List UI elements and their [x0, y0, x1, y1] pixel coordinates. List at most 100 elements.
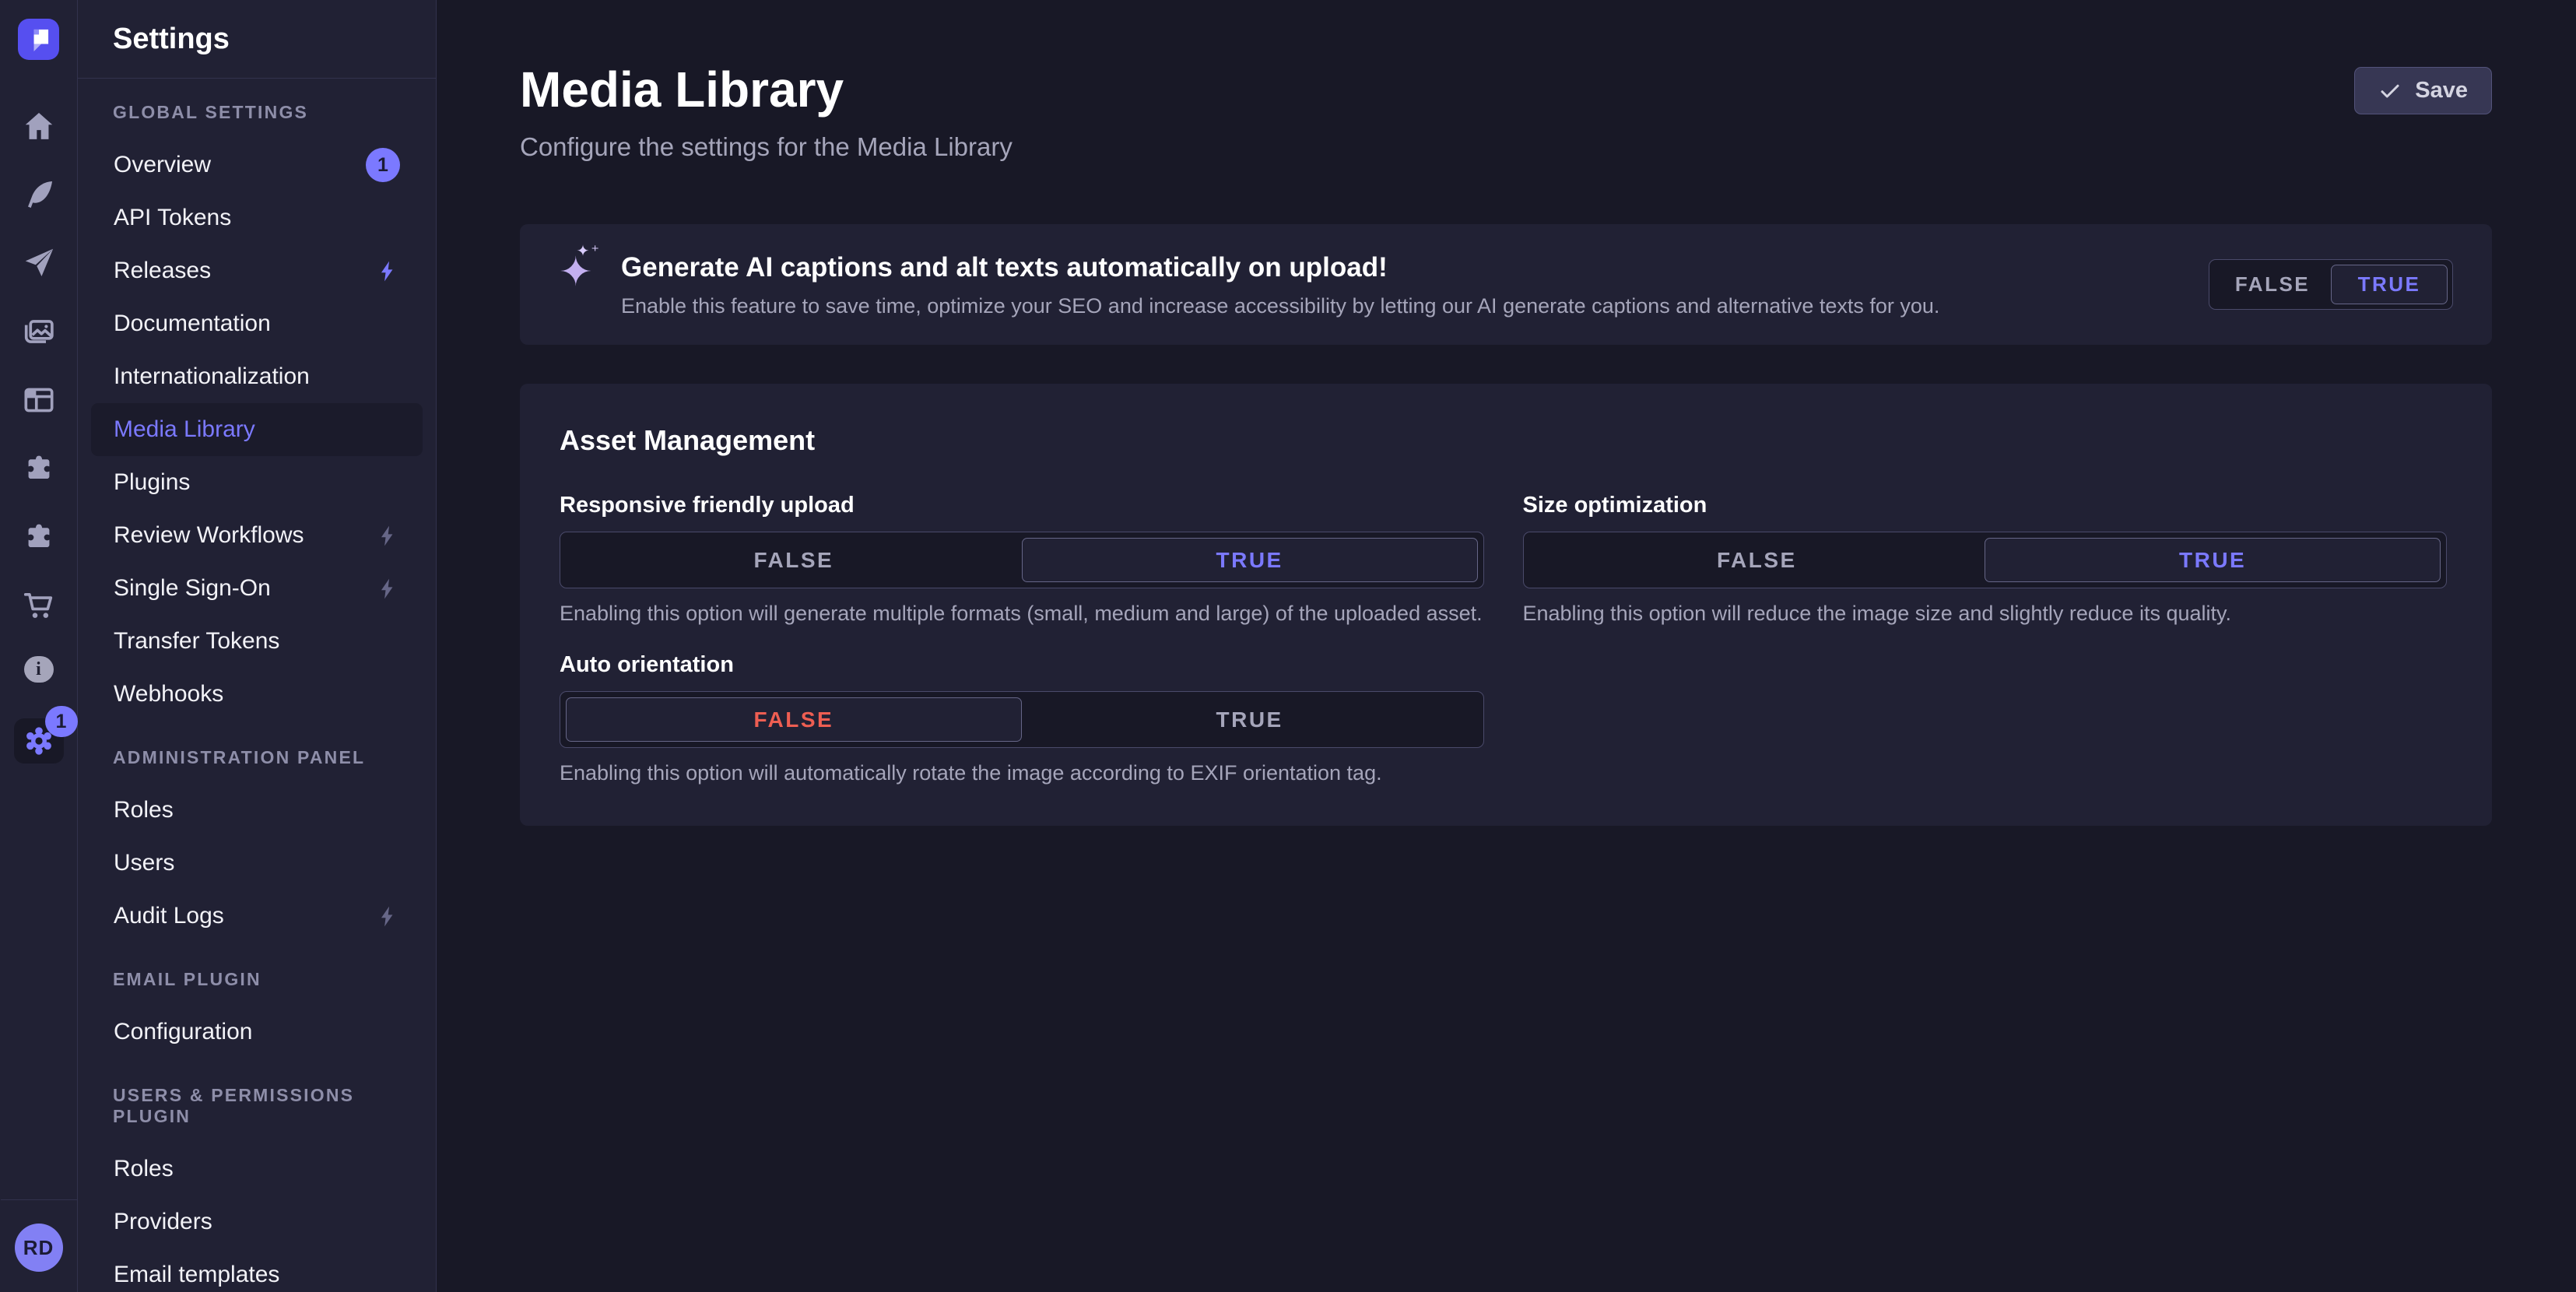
section-administration-panel: ADMINISTRATION PANEL Roles Users Audit L…: [78, 747, 436, 943]
banner-content: ✦ ✦⁺ Generate AI captions and alt texts …: [559, 251, 1939, 318]
card-title: Asset Management: [560, 424, 2447, 457]
sidebar-item-overview[interactable]: Overview 1: [91, 139, 423, 191]
sidebar-item-internationalization[interactable]: Internationalization: [91, 350, 423, 403]
responsive-friendly-upload-false[interactable]: FALSE: [566, 538, 1022, 582]
banner-description: Enable this feature to save time, optimi…: [621, 294, 1939, 318]
sidebar-item-roles-admin[interactable]: Roles: [91, 784, 423, 837]
sidebar-item-label: Users: [114, 850, 174, 876]
lightning-icon: [376, 524, 400, 548]
field-responsive-friendly-upload: Responsive friendly upload FALSE TRUE En…: [560, 493, 1484, 626]
icon-rail: i 1 RD: [0, 0, 78, 1292]
section-label: GLOBAL SETTINGS: [78, 102, 436, 123]
sidebar-item-label: Media Library: [114, 416, 255, 443]
page-header: Media Library Configure the settings for…: [520, 61, 2492, 162]
auto-orientation-true[interactable]: TRUE: [1022, 697, 1478, 742]
field-label: Size optimization: [1523, 493, 2448, 518]
fields-grid: Responsive friendly upload FALSE TRUE En…: [560, 493, 2447, 785]
sidebar-item-label: Plugins: [114, 469, 190, 496]
asset-management-card: Asset Management Responsive friendly upl…: [520, 384, 2492, 826]
strapi-logo-icon: [18, 19, 59, 60]
size-optimization-toggle: FALSE TRUE: [1523, 532, 2448, 588]
plugins-nav-button[interactable]: [21, 451, 57, 486]
sidebar-item-plugins[interactable]: Plugins: [91, 456, 423, 509]
feather-icon: [21, 177, 57, 212]
sidebar-item-review-workflows[interactable]: Review Workflows: [91, 509, 423, 562]
strapi-logo[interactable]: [18, 19, 59, 60]
content-manager-nav-button[interactable]: [21, 382, 57, 418]
sidebar-item-webhooks[interactable]: Webhooks: [91, 668, 423, 721]
lightning-icon: [376, 577, 400, 601]
sidebar-item-label: Transfer Tokens: [114, 628, 279, 655]
field-label: Auto orientation: [560, 652, 1484, 678]
size-optimization-true[interactable]: TRUE: [1985, 538, 2441, 582]
save-button-label: Save: [2415, 78, 2468, 104]
home-icon: [21, 108, 57, 144]
sidebar-item-api-tokens[interactable]: API Tokens: [91, 191, 423, 244]
settings-nav-wrap: 1: [14, 718, 64, 764]
sidebar-item-label: Documentation: [114, 311, 271, 337]
section-users-permissions-plugin: USERS & PERMISSIONS PLUGIN Roles Provide…: [78, 1085, 436, 1292]
marketplace-nav-button[interactable]: [21, 519, 57, 555]
info-button[interactable]: i: [24, 656, 54, 683]
sidebar-item-label: Providers: [114, 1209, 212, 1235]
sidebar-item-roles-up[interactable]: Roles: [91, 1143, 423, 1195]
auto-orientation-false[interactable]: FALSE: [566, 697, 1022, 742]
sidebar-item-label: Internationalization: [114, 363, 310, 390]
sparkle-small-glyph: ✦⁺: [577, 241, 601, 261]
sidebar-item-email-templates[interactable]: Email templates: [91, 1248, 423, 1292]
content-type-builder-nav-button[interactable]: [21, 177, 57, 212]
field-hint: Enabling this option will generate multi…: [560, 602, 1484, 626]
sidebar-item-users[interactable]: Users: [91, 837, 423, 890]
banner-text: Generate AI captions and alt texts autom…: [621, 251, 1939, 318]
sidebar-item-documentation[interactable]: Documentation: [91, 297, 423, 350]
releases-nav-button[interactable]: [21, 245, 57, 281]
save-button[interactable]: Save: [2354, 67, 2492, 114]
media-library-nav-button[interactable]: [21, 314, 57, 349]
home-nav-button[interactable]: [21, 108, 57, 144]
sidebar-item-label: Roles: [114, 797, 174, 823]
sidebar-item-label: Webhooks: [114, 681, 223, 707]
sidebar-item-audit-logs[interactable]: Audit Logs: [91, 890, 423, 943]
field-hint: Enabling this option will reduce the ima…: [1523, 602, 2448, 626]
section-label: ADMINISTRATION PANEL: [78, 747, 436, 768]
info-icon: i: [36, 659, 41, 680]
sidebar-item-transfer-tokens[interactable]: Transfer Tokens: [91, 615, 423, 668]
sidebar-item-providers[interactable]: Providers: [91, 1195, 423, 1248]
page-header-text: Media Library Configure the settings for…: [520, 61, 1013, 162]
images-icon: [21, 314, 57, 349]
sidebar-item-label: Email templates: [114, 1262, 279, 1288]
field-label: Responsive friendly upload: [560, 493, 1484, 518]
sidebar-item-releases[interactable]: Releases: [91, 244, 423, 297]
purchases-nav-button[interactable]: [21, 588, 57, 623]
check-icon: [2378, 79, 2402, 103]
sidebar-item-single-sign-on[interactable]: Single Sign-On: [91, 562, 423, 615]
sidebar-item-media-library[interactable]: Media Library: [91, 403, 423, 456]
size-optimization-false[interactable]: FALSE: [1529, 538, 1985, 582]
ai-captions-banner: ✦ ✦⁺ Generate AI captions and alt texts …: [520, 224, 2492, 345]
section-label: USERS & PERMISSIONS PLUGIN: [78, 1085, 436, 1127]
sidebar-item-label: Overview: [114, 152, 211, 178]
ai-captions-toggle-false[interactable]: FALSE: [2214, 265, 2331, 304]
avatar[interactable]: RD: [15, 1224, 63, 1272]
ai-captions-toggle-true[interactable]: TRUE: [2331, 265, 2448, 304]
sidebar-item-label: Releases: [114, 258, 211, 284]
field-auto-orientation: Auto orientation FALSE TRUE Enabling thi…: [560, 652, 1484, 785]
field-size-optimization: Size optimization FALSE TRUE Enabling th…: [1523, 493, 2448, 626]
rail-nav: i 1: [14, 108, 64, 764]
sidebar-item-label: Configuration: [114, 1019, 252, 1045]
sidebar-title: Settings: [113, 23, 230, 56]
layout-icon: [21, 382, 57, 418]
field-hint: Enabling this option will automatically …: [560, 761, 1484, 785]
banner-title: Generate AI captions and alt texts autom…: [621, 252, 1939, 283]
lightning-icon: [376, 259, 400, 283]
ai-captions-toggle: FALSE TRUE: [2209, 259, 2453, 310]
sidebar-item-label: Review Workflows: [114, 522, 304, 549]
page-title: Media Library: [520, 61, 1013, 118]
responsive-friendly-upload-true[interactable]: TRUE: [1022, 538, 1478, 582]
sidebar-item-label: Single Sign-On: [114, 575, 271, 602]
sidebar-header: Settings: [78, 0, 436, 79]
section-email-plugin: EMAIL PLUGIN Configuration: [78, 969, 436, 1059]
sidebar-item-configuration[interactable]: Configuration: [91, 1006, 423, 1059]
sidebar-item-label: Audit Logs: [114, 903, 224, 929]
cart-icon: [21, 588, 57, 623]
